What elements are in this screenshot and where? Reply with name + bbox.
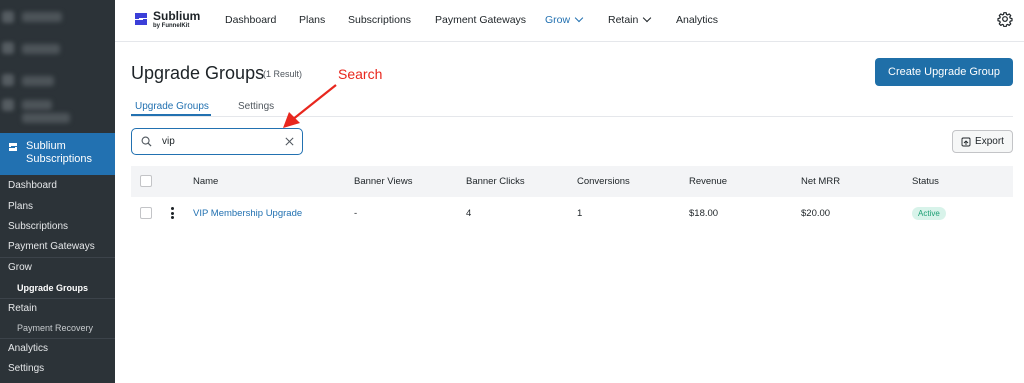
sidebar-item-sublium-subscriptions[interactable]: Sublium Subscriptions [0, 133, 115, 175]
nav-subscriptions[interactable]: Subscriptions [348, 14, 411, 26]
sublium-brand-icon[interactable] [132, 10, 150, 28]
blurred-menu-item[interactable] [22, 76, 54, 86]
column-header-conversions: Conversions [577, 176, 630, 187]
status-badge: Active [912, 207, 946, 220]
chevron-down-icon [643, 13, 652, 23]
tab-upgrade-groups[interactable]: Upgrade Groups [135, 101, 209, 112]
sidebar-item-upgrade-groups[interactable]: Upgrade Groups [17, 283, 88, 293]
sublium-logo-icon [9, 143, 17, 151]
nav-grow-label: Grow [545, 14, 571, 26]
gear-icon[interactable] [997, 11, 1013, 27]
blurred-menu-icon [2, 42, 14, 54]
brand-name: Sublium [153, 9, 201, 23]
sidebar-item-payment-recovery[interactable]: Payment Recovery [17, 323, 93, 333]
chevron-down-icon [574, 13, 584, 23]
export-button[interactable]: Export [952, 130, 1013, 153]
sidebar-item-analytics[interactable]: Analytics [8, 343, 48, 354]
nav-analytics[interactable]: Analytics [676, 14, 718, 26]
column-header-banner-views: Banner Views [354, 176, 413, 187]
more-actions-icon[interactable] [171, 207, 175, 219]
cell-net-mrr: $20.00 [801, 208, 831, 219]
nav-retain-label: Retain [608, 14, 639, 26]
blurred-menu-item[interactable] [22, 100, 52, 110]
blurred-menu-item[interactable] [22, 113, 70, 123]
export-icon [961, 137, 971, 146]
select-all-checkbox[interactable] [140, 175, 152, 187]
cell-banner-views: - [354, 208, 358, 219]
sidebar-active-line1: Sublium [26, 140, 66, 152]
cell-banner-clicks: 4 [466, 208, 472, 219]
top-navigation: Sublium by FunnelKit Dashboard Plans Sub… [115, 0, 1024, 42]
upgrade-group-name-link[interactable]: VIP Membership Upgrade [193, 208, 302, 219]
tab-settings[interactable]: Settings [238, 101, 274, 112]
sidebar-item-payment-gateways[interactable]: Payment Gateways [8, 241, 95, 252]
close-icon[interactable] [284, 136, 295, 147]
nav-plans[interactable]: Plans [299, 14, 325, 26]
active-tab-indicator [131, 114, 211, 116]
sidebar-item-grow[interactable]: Grow [8, 262, 32, 273]
cell-revenue: $18.00 [689, 208, 719, 219]
create-upgrade-group-button[interactable]: Create Upgrade Group [875, 58, 1013, 86]
tabs-divider [131, 116, 1013, 117]
blurred-menu-icon [2, 11, 14, 23]
sidebar-active-line2: Subscriptions [26, 153, 93, 165]
sidebar-divider [0, 298, 115, 299]
page-title: Upgrade Groups [131, 63, 265, 83]
result-count: (1 Result) [263, 69, 303, 79]
cell-conversions: 1 [577, 208, 583, 219]
nav-grow[interactable]: Grow [545, 13, 584, 26]
nav-retain[interactable]: Retain [608, 13, 652, 26]
column-header-revenue: Revenue [689, 176, 728, 187]
column-header-net-mrr: Net MRR [801, 176, 841, 187]
column-header-banner-clicks: Banner Clicks [466, 176, 525, 187]
nav-payment-gateways[interactable]: Payment Gateways [435, 14, 526, 26]
sidebar-item-settings[interactable]: Settings [8, 363, 44, 374]
blurred-menu-item[interactable] [22, 12, 62, 22]
annotation-label: Search [338, 66, 383, 82]
row-checkbox[interactable] [140, 207, 152, 219]
column-header-status: Status [912, 176, 939, 187]
search-icon [141, 136, 152, 147]
brand-tagline: by FunnelKit [153, 23, 190, 29]
table-header: Name Banner Views Banner Clicks Conversi… [131, 166, 1013, 197]
sidebar-item-subscriptions[interactable]: Subscriptions [8, 221, 68, 232]
blurred-menu-item[interactable] [22, 44, 60, 54]
blurred-menu-icon [2, 74, 14, 86]
sidebar-item-plans[interactable]: Plans [8, 201, 33, 212]
column-header-name: Name [193, 176, 219, 187]
sidebar-item-dashboard[interactable]: Dashboard [8, 180, 57, 191]
annotation-arrow-icon [283, 84, 337, 128]
blurred-menu-icon [2, 99, 14, 111]
search-value: vip [162, 136, 175, 147]
search-input[interactable]: vip [131, 128, 303, 155]
export-label: Export [975, 136, 1004, 147]
sidebar-item-retain[interactable]: Retain [8, 303, 37, 314]
admin-sidebar: Sublium Subscriptions Dashboard Plans Su… [0, 0, 115, 383]
table-row: VIP Membership Upgrade - 4 1 $18.00 $20.… [131, 197, 1013, 230]
sidebar-divider [0, 338, 115, 339]
nav-dashboard[interactable]: Dashboard [225, 14, 276, 26]
sidebar-divider [0, 257, 115, 258]
